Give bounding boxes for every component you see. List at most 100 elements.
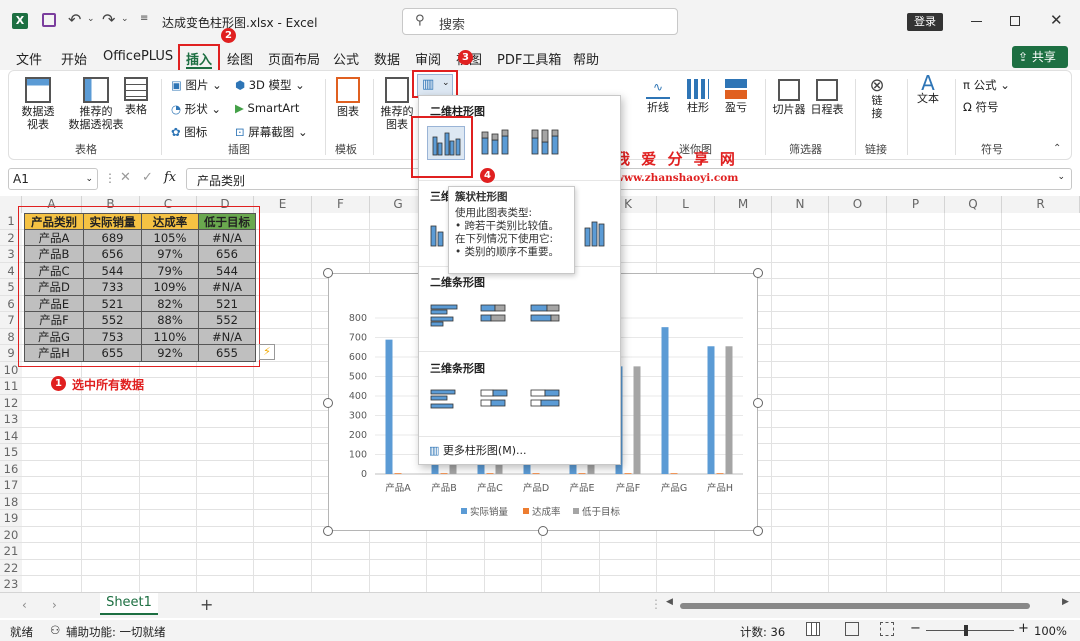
sparkline-column-button[interactable]: 柱形 bbox=[683, 79, 713, 114]
sparkline-line-button[interactable]: ∿ 折线 bbox=[643, 79, 673, 114]
clustered-bar-option[interactable] bbox=[427, 301, 465, 335]
column-header[interactable]: P bbox=[887, 196, 945, 213]
accessibility-status[interactable]: 辅助功能: 一切就绪 bbox=[66, 624, 166, 640]
collapse-ribbon-icon[interactable]: ⌃ bbox=[1053, 143, 1061, 154]
row-header[interactable]: 23 bbox=[0, 576, 22, 592]
chart-resize-handle[interactable] bbox=[323, 268, 333, 278]
table-button[interactable]: 表格 bbox=[121, 77, 151, 116]
sparkline-winloss-button[interactable]: 盈亏 bbox=[721, 79, 751, 114]
tab-file[interactable]: 文件 bbox=[16, 49, 42, 68]
minimize-icon[interactable] bbox=[971, 21, 982, 22]
scroll-right-icon[interactable]: › bbox=[52, 598, 57, 612]
zoom-slider-thumb[interactable] bbox=[964, 625, 968, 636]
3d-stacked-bar-option[interactable] bbox=[477, 386, 515, 420]
search-box[interactable]: ⚲ 搜索 bbox=[402, 8, 678, 35]
login-button[interactable]: 登录 bbox=[907, 13, 943, 31]
text-button[interactable]: A 文本 bbox=[913, 73, 943, 105]
save-icon[interactable] bbox=[42, 13, 56, 27]
row-header[interactable]: 22 bbox=[0, 559, 22, 576]
timeline-button[interactable]: 日程表 bbox=[809, 79, 845, 116]
row-header[interactable]: 16 bbox=[0, 460, 22, 477]
column-header[interactable]: N bbox=[772, 196, 829, 213]
maximize-icon[interactable] bbox=[1010, 16, 1020, 26]
page-break-view-icon[interactable] bbox=[880, 622, 894, 636]
3d-model-button[interactable]: ⬢ 3D 模型 ⌄ bbox=[235, 77, 305, 93]
quick-analysis-icon[interactable]: ⚡ bbox=[259, 344, 275, 360]
symbol-button[interactable]: Ω 符号 bbox=[963, 99, 998, 115]
percent-stacked-bar-option[interactable] bbox=[527, 301, 565, 335]
tab-pdf-tools[interactable]: PDF工具箱 bbox=[497, 49, 561, 68]
expand-formula-icon[interactable]: ⌄ bbox=[1057, 172, 1065, 182]
cancel-icon[interactable]: ✕ bbox=[120, 170, 131, 185]
column-header[interactable]: F bbox=[312, 196, 370, 213]
redo-dropdown-icon[interactable]: ⌄ bbox=[121, 14, 129, 24]
tab-data[interactable]: 数据 bbox=[374, 49, 400, 68]
row-header[interactable]: 20 bbox=[0, 526, 22, 543]
column-header[interactable]: R bbox=[1002, 196, 1080, 213]
undo-dropdown-icon[interactable]: ⌄ bbox=[87, 14, 95, 24]
percent-stacked-column-option[interactable] bbox=[527, 126, 565, 160]
screenshot-button[interactable]: ⊡ 屏幕截图 ⌄ bbox=[235, 124, 308, 140]
customize-qat-icon[interactable]: ≡ bbox=[140, 13, 148, 24]
row-header[interactable]: 19 bbox=[0, 510, 22, 527]
tab-help[interactable]: 帮助 bbox=[573, 49, 599, 68]
tab-review[interactable]: 审阅 bbox=[415, 49, 441, 68]
row-header[interactable]: 11 bbox=[0, 378, 22, 395]
sheet-tab-sheet1[interactable]: Sheet1 bbox=[100, 593, 158, 615]
row-header[interactable]: 15 bbox=[0, 444, 22, 461]
3d-clustered-bar-option[interactable] bbox=[427, 386, 465, 420]
stacked-column-option[interactable] bbox=[477, 126, 515, 160]
picture-button[interactable]: ▣ 图片 ⌄ bbox=[171, 77, 222, 93]
zoom-in-icon[interactable]: + bbox=[1018, 621, 1029, 636]
zoom-level[interactable]: 100% bbox=[1034, 624, 1067, 638]
tab-draw[interactable]: 绘图 bbox=[227, 49, 253, 68]
page-layout-view-icon[interactable] bbox=[845, 622, 859, 636]
stacked-bar-option[interactable] bbox=[477, 301, 515, 335]
redo-icon[interactable]: ↷ bbox=[102, 10, 115, 29]
row-header[interactable]: 18 bbox=[0, 493, 22, 510]
chart-resize-handle[interactable] bbox=[753, 526, 763, 536]
tab-page-layout[interactable]: 页面布局 bbox=[268, 49, 320, 68]
icon-button[interactable]: ✿ 图标 bbox=[171, 124, 207, 140]
smartart-button[interactable]: ▶ SmartArt bbox=[235, 101, 299, 115]
row-header[interactable]: 12 bbox=[0, 394, 22, 411]
column-header[interactable]: E bbox=[254, 196, 312, 213]
tab-formulas[interactable]: 公式 bbox=[333, 49, 359, 68]
chart-template-button[interactable]: 图表 bbox=[331, 77, 365, 118]
column-header[interactable]: Q bbox=[945, 196, 1002, 213]
scroll-left-icon[interactable]: ‹ bbox=[22, 598, 27, 612]
column-header[interactable]: O bbox=[829, 196, 887, 213]
3d-column-option-2[interactable] bbox=[579, 214, 617, 250]
hscroll-right-icon[interactable]: ▶ bbox=[1062, 597, 1069, 607]
column-header[interactable]: L bbox=[657, 196, 715, 213]
horizontal-scrollbar-thumb[interactable] bbox=[680, 603, 1030, 609]
pivot-table-button[interactable]: 数据透 视表 bbox=[15, 77, 61, 131]
chart-resize-handle[interactable] bbox=[323, 526, 333, 536]
chart-resize-handle[interactable] bbox=[753, 268, 763, 278]
tab-officeplus[interactable]: OfficePLUS bbox=[103, 49, 173, 64]
hscroll-left-icon[interactable]: ◀ bbox=[666, 597, 673, 607]
more-column-charts-item[interactable]: ▥ 更多柱形图(M)... bbox=[429, 442, 526, 458]
row-header[interactable]: 21 bbox=[0, 543, 22, 560]
insert-function-icon[interactable]: fx bbox=[164, 170, 176, 185]
column-header[interactable]: M bbox=[715, 196, 772, 213]
undo-icon[interactable]: ↶ bbox=[68, 10, 81, 29]
share-button[interactable]: ⇪ 共享 bbox=[1012, 46, 1068, 68]
row-header[interactable]: 13 bbox=[0, 411, 22, 428]
chart-resize-handle[interactable] bbox=[753, 398, 763, 408]
add-sheet-button[interactable]: + bbox=[200, 595, 213, 614]
link-button[interactable]: ⊗ 链 接 bbox=[863, 77, 891, 121]
normal-view-icon[interactable] bbox=[806, 622, 820, 636]
row-header[interactable]: 17 bbox=[0, 477, 22, 494]
row-header[interactable]: 14 bbox=[0, 427, 22, 444]
slicer-button[interactable]: 切片器 bbox=[771, 79, 807, 116]
name-box[interactable]: A1 ⌄ bbox=[8, 168, 98, 190]
close-icon[interactable]: ✕ bbox=[1050, 11, 1063, 29]
shape-button[interactable]: ◔ 形状 ⌄ bbox=[171, 101, 221, 117]
zoom-out-icon[interactable]: − bbox=[910, 621, 921, 636]
tab-home[interactable]: 开始 bbox=[61, 49, 87, 68]
enter-icon[interactable]: ✓ bbox=[142, 170, 153, 185]
formula-button[interactable]: π 公式 ⌄ bbox=[963, 77, 1010, 93]
3d-percent-stacked-bar-option[interactable] bbox=[527, 386, 565, 420]
chart-resize-handle[interactable] bbox=[323, 398, 333, 408]
